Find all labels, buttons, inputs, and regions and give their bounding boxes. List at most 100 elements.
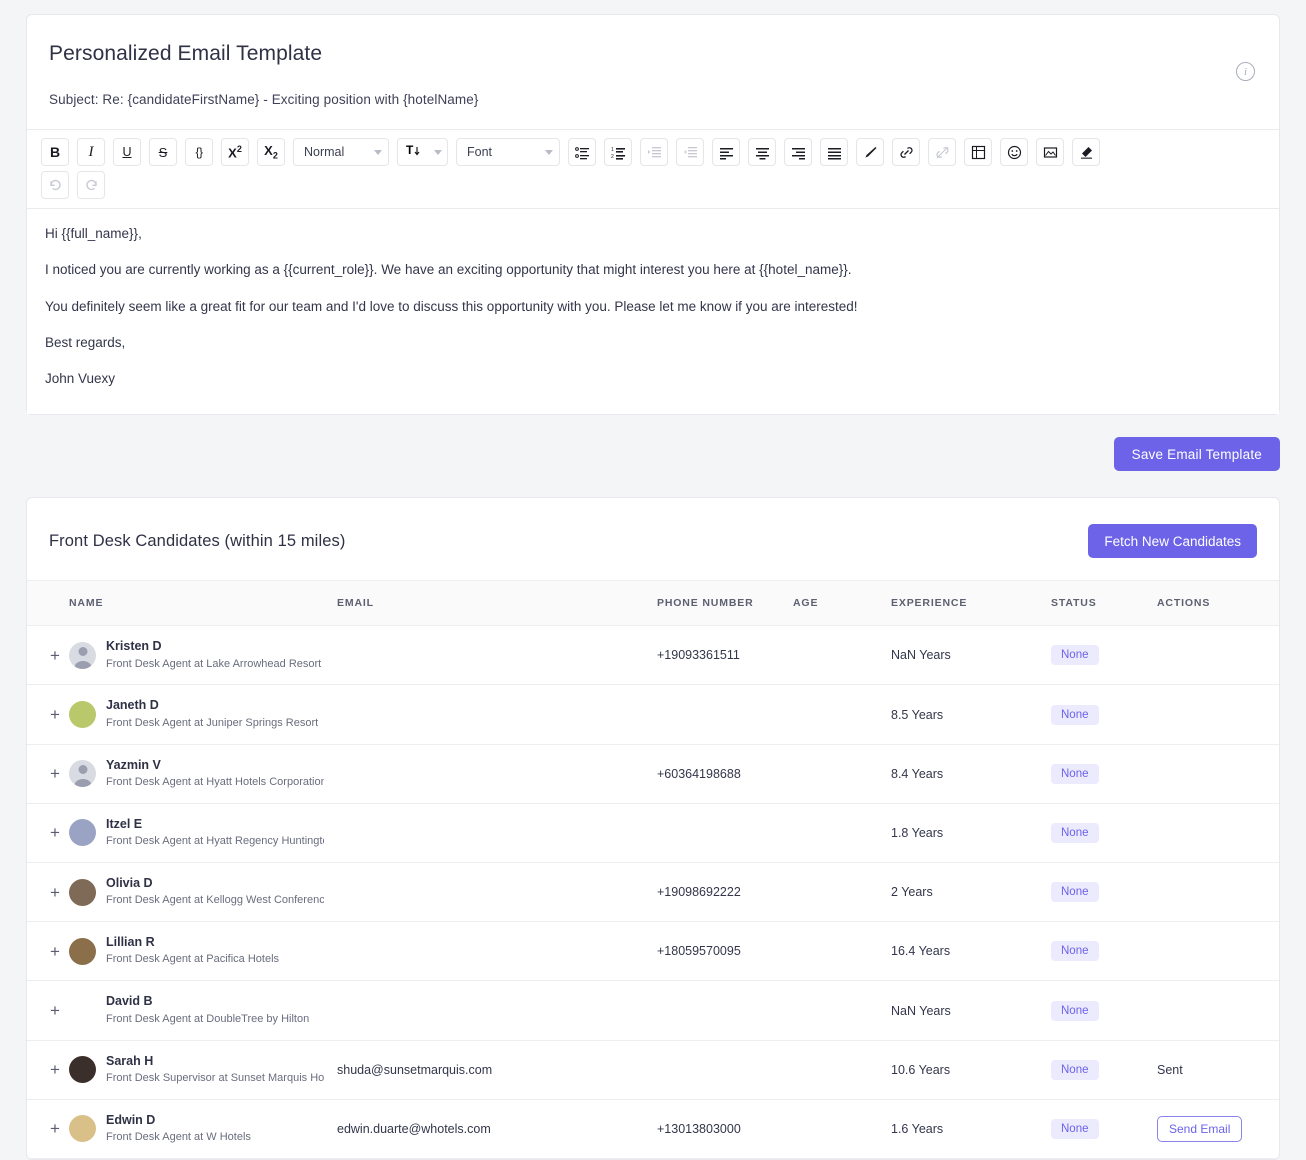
candidates-table-body: + Kristen D Front Desk Agent at Lake Arrow…: [27, 625, 1279, 1159]
candidate-email: [337, 744, 657, 804]
align-left-button[interactable]: [712, 138, 740, 167]
expand-row-button[interactable]: +: [45, 705, 65, 725]
table-row: + Lillian R Front Desk Agent at Pacifica H…: [27, 921, 1279, 982]
expand-row-button[interactable]: +: [45, 1119, 65, 1139]
status-cell: None: [1051, 980, 1157, 1041]
expand-row-button[interactable]: +: [45, 645, 65, 665]
candidate-email: [337, 980, 657, 1041]
text-color-button[interactable]: [856, 138, 884, 167]
table-row: + Yazmin V Front Desk Agent at Hyatt Hotel…: [27, 744, 1279, 804]
avatar: [69, 937, 96, 965]
indent-button[interactable]: [640, 138, 668, 167]
expand-row-button[interactable]: +: [45, 764, 65, 784]
avatar: [69, 701, 96, 729]
fetch-new-candidates-button[interactable]: Fetch New Candidates: [1088, 524, 1257, 559]
strikethrough-button[interactable]: S: [149, 138, 177, 167]
actions-cell: [1157, 625, 1279, 686]
expand-cell: +: [27, 803, 69, 864]
actions-cell: [1157, 921, 1279, 982]
table-row: + Kristen D Front Desk Agent at Lake Arrow…: [27, 625, 1279, 686]
align-left-icon: [719, 145, 734, 160]
svg-text:1: 1: [611, 147, 614, 153]
column-header-status[interactable]: STATUS: [1051, 580, 1157, 627]
expand-row-button[interactable]: +: [45, 882, 65, 902]
numbered-list-button[interactable]: 12: [604, 138, 632, 167]
outdent-button[interactable]: [676, 138, 704, 167]
save-email-template-button[interactable]: Save Email Template: [1113, 437, 1280, 472]
column-header-email[interactable]: EMAIL: [337, 580, 657, 627]
candidate-email: [337, 625, 657, 686]
column-header-age[interactable]: AGE: [793, 580, 891, 627]
status-cell: None: [1051, 803, 1157, 864]
candidate-experience: 8.5 Years: [891, 684, 1051, 745]
status-badge: None: [1051, 704, 1099, 725]
expand-cell: +: [27, 1040, 69, 1100]
chevron-down-icon: [545, 149, 553, 155]
candidate-experience: 16.4 Years: [891, 921, 1051, 982]
candidate-role: Front Desk Agent at DoubleTree by Hilton: [106, 1012, 310, 1025]
underline-button[interactable]: U: [113, 138, 141, 167]
italic-button[interactable]: I: [77, 138, 105, 167]
column-header-name[interactable]: NAME: [69, 580, 337, 627]
bullet-list-button[interactable]: [568, 138, 596, 167]
bold-button[interactable]: B: [41, 138, 69, 167]
name-cell: Olivia D Front Desk Agent at Kellogg West…: [69, 862, 337, 923]
font-size-select[interactable]: T: [397, 138, 448, 167]
expand-row-button[interactable]: +: [45, 1060, 65, 1080]
send-email-button[interactable]: Send Email: [1157, 1115, 1243, 1142]
remove-link-button[interactable]: [928, 138, 956, 167]
avatar: [69, 819, 96, 847]
expand-row-button[interactable]: +: [45, 823, 65, 843]
candidates-table-head: NAME EMAIL PHONE NUMBER AGE EXPERIENCE S…: [27, 580, 1279, 627]
table-row: + David B Front Desk Agent at DoubleTree b…: [27, 980, 1279, 1041]
table-row: + Itzel E Front Desk Agent at Hyatt Regenc…: [27, 803, 1279, 864]
candidate-role: Front Desk Agent at Lake Arrowhead Resor…: [106, 657, 324, 670]
insert-image-button[interactable]: [1036, 138, 1064, 167]
expand-cell: +: [27, 625, 69, 686]
candidate-name: Olivia D: [106, 876, 153, 891]
candidate-age: [793, 744, 891, 804]
font-family-select[interactable]: Font: [456, 138, 560, 167]
actions-cell: Sent: [1157, 1040, 1279, 1100]
candidate-email: [337, 684, 657, 745]
undo-button[interactable]: [41, 171, 69, 200]
insert-table-button[interactable]: [964, 138, 992, 167]
align-right-button[interactable]: [784, 138, 812, 167]
code-block-button[interactable]: {}: [185, 138, 213, 167]
info-circle-icon[interactable]: i: [1236, 62, 1255, 81]
status-badge: None: [1051, 1059, 1099, 1080]
table-row: + Edwin D Front Desk Agent at W Hotels edwi…: [27, 1099, 1279, 1159]
align-justify-button[interactable]: [820, 138, 848, 167]
column-header-experience[interactable]: EXPERIENCE: [891, 580, 1051, 627]
avatar: [69, 878, 96, 906]
app-page: Personalized Email Template Subject: Re:…: [0, 0, 1306, 1160]
expand-row-button[interactable]: +: [45, 941, 65, 961]
superscript-button[interactable]: X2: [221, 138, 249, 167]
name-cell: Yazmin V Front Desk Agent at Hyatt Hotels…: [69, 744, 337, 804]
candidate-phone: +19098692222: [657, 862, 793, 923]
name-cell: David B Front Desk Agent at DoubleTree by…: [69, 980, 337, 1041]
candidate-role: Front Desk Agent at Kellogg West Confere…: [106, 894, 324, 907]
candidate-email: [337, 921, 657, 982]
insert-link-button[interactable]: [892, 138, 920, 167]
subscript-button[interactable]: X2: [257, 138, 285, 167]
status-cell: None: [1051, 625, 1157, 686]
candidates-title: Front Desk Candidates (within 15 miles): [49, 531, 346, 550]
expand-row-button[interactable]: +: [45, 1001, 65, 1021]
candidate-name: Edwin D: [106, 1112, 156, 1127]
heading-level-select[interactable]: Normal: [293, 138, 389, 167]
email-body-paragraph: Best regards,: [45, 334, 126, 350]
redo-button[interactable]: [77, 171, 105, 200]
column-header-phone[interactable]: PHONE NUMBER: [657, 580, 793, 627]
candidate-phone: +60364198688: [657, 744, 793, 804]
emoji-button[interactable]: [1000, 138, 1028, 167]
candidate-experience: NaN Years: [891, 625, 1051, 686]
clear-format-button[interactable]: [1072, 138, 1100, 167]
candidate-experience: NaN Years: [891, 980, 1051, 1041]
candidate-phone: [657, 684, 793, 745]
candidate-name: Sarah H: [106, 1053, 154, 1068]
chevron-down-icon: [374, 149, 382, 155]
status-badge: None: [1051, 1118, 1099, 1139]
email-body-editor[interactable]: Hi {{full_name}}, I noticed you are curr…: [27, 209, 1279, 415]
align-center-button[interactable]: [748, 138, 776, 167]
